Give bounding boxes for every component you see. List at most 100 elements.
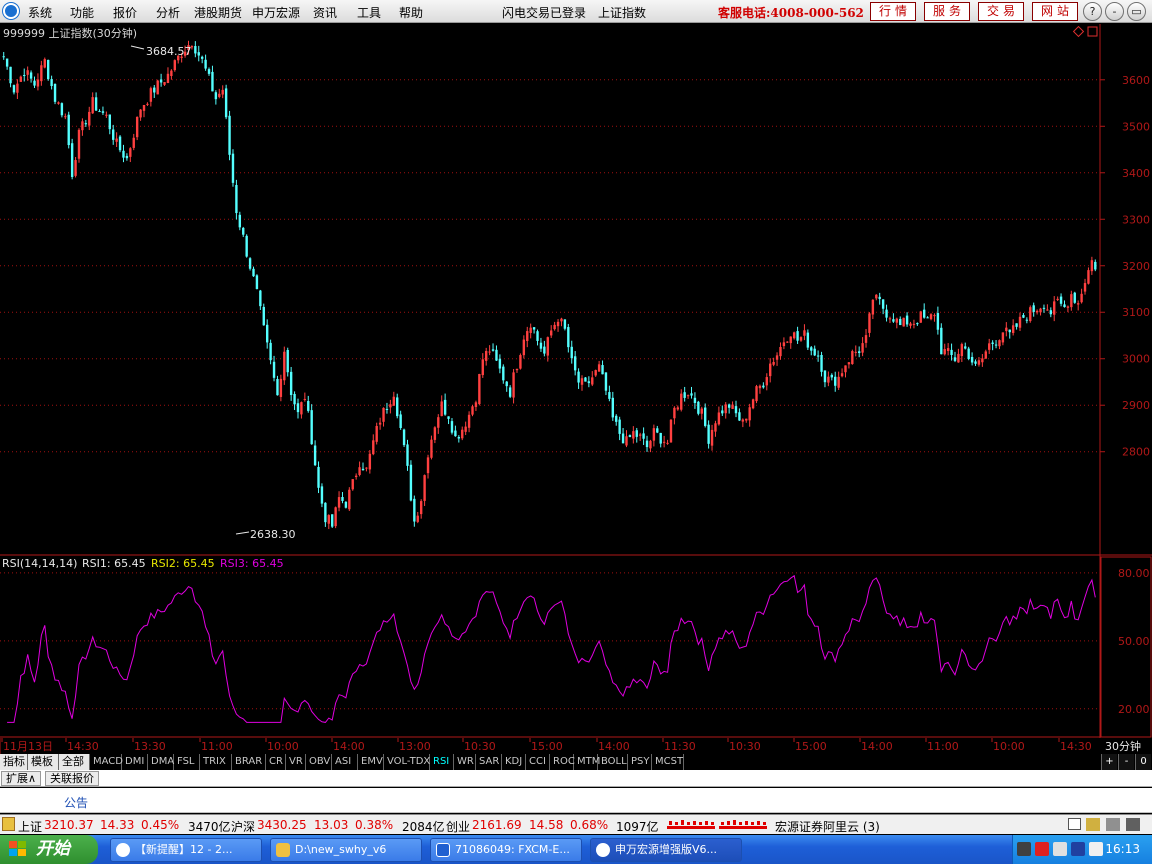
candle-body [1005, 327, 1008, 332]
indicator-tab-dma[interactable]: DMA [148, 754, 174, 770]
indicator-tab-cr[interactable]: CR [266, 754, 286, 770]
candle-body [854, 351, 857, 353]
indicator-tab-wr[interactable]: WR [454, 754, 476, 770]
reset-button[interactable]: 0 [1135, 754, 1151, 770]
indicator-tab-mtm[interactable]: MTM [574, 754, 600, 770]
task-swhy[interactable]: 申万宏源增强版V6... [590, 838, 742, 862]
task-browser[interactable]: 【新提醒】12 - 2... [110, 838, 262, 862]
lock-icon[interactable] [1126, 818, 1140, 831]
candle-body [269, 342, 272, 361]
candle-body [98, 111, 101, 113]
indicator-tab-vol-tdx[interactable]: VOL-TDX [384, 754, 430, 770]
menu-system[interactable]: 系统 [28, 4, 52, 21]
start-label: 开始 [36, 839, 70, 859]
signal-icon[interactable] [1086, 818, 1100, 831]
menu-news[interactable]: 资讯 [313, 4, 337, 21]
candle-body [1063, 304, 1066, 308]
candle-body [74, 160, 77, 176]
candle-body [697, 401, 700, 414]
indicator-tab-mcst[interactable]: MCST [652, 754, 684, 770]
trade-button[interactable]: 交易 [978, 2, 1024, 21]
server-name[interactable]: 宏源证券阿里云 (3) [775, 818, 880, 835]
app-logo-icon[interactable] [3, 3, 19, 19]
restore-button[interactable]: ▭ [1127, 2, 1146, 21]
menu-analysis[interactable]: 分析 [156, 4, 180, 21]
candle-body [560, 318, 563, 322]
market-button[interactable]: 行情 [870, 2, 916, 21]
candle-body [813, 348, 816, 356]
period-label: 30分钟 [1105, 739, 1141, 753]
related-quote-tab[interactable]: 关联报价 [45, 771, 99, 786]
tray-keyboard-icon[interactable] [1017, 842, 1031, 856]
candle-body [348, 489, 351, 510]
candle-body [1090, 260, 1094, 272]
indicator-tab-asi[interactable]: ASI [332, 754, 358, 770]
candle-body [659, 432, 662, 444]
tray-network-icon[interactable] [1053, 842, 1067, 856]
time-tick-label: 14:00 [598, 740, 630, 753]
service-button[interactable]: 服务 [924, 2, 970, 21]
candle-body [577, 371, 580, 383]
candle-body [1049, 310, 1053, 315]
indicator-tab-template[interactable]: 模板 [28, 754, 59, 770]
indicator-tab-macd[interactable]: MACD [90, 754, 123, 770]
rsi3-value: RSI3: 65.45 [220, 557, 284, 570]
indicator-tab-roc[interactable]: ROC [550, 754, 575, 770]
zoom-out-button[interactable]: - [1118, 754, 1134, 770]
indicator-tab-emv[interactable]: EMV [358, 754, 384, 770]
tray-volume-icon[interactable] [1089, 842, 1103, 856]
menu-quote[interactable]: 报价 [113, 4, 137, 21]
candle-body [957, 353, 960, 363]
status-window-icon[interactable] [1068, 818, 1081, 830]
minimize-button[interactable]: - [1105, 2, 1124, 21]
candle-body [57, 102, 60, 104]
menu-help[interactable]: 帮助 [399, 4, 423, 21]
indicator-tab-boll[interactable]: BOLL [598, 754, 628, 770]
candle-body [902, 317, 905, 327]
candle-body [368, 453, 372, 470]
candle-body [218, 93, 221, 97]
indicator-tab-dmi[interactable]: DMI [122, 754, 148, 770]
zoom-in-button[interactable]: + [1101, 754, 1117, 770]
tray-monitor-icon[interactable] [1071, 842, 1085, 856]
menu-function[interactable]: 功能 [70, 4, 94, 21]
candle-body [457, 437, 461, 439]
expand-button[interactable]: 扩展∧ [1, 771, 42, 786]
hs-value: 3430.25 [257, 818, 307, 832]
indicator-tab-kdj[interactable]: KDJ [502, 754, 526, 770]
notice-link[interactable]: 公告 [64, 794, 88, 811]
windows-taskbar: 开始 【新提醒】12 - 2... D:\new_swhy_v6 7108604… [0, 835, 1152, 864]
indicator-tab-fsl[interactable]: FSL [174, 754, 200, 770]
menu-hk-futures[interactable]: 港股期货 [194, 4, 242, 21]
indicator-tab-psy[interactable]: PSY [628, 754, 652, 770]
status-menu-icon[interactable] [2, 817, 15, 831]
website-button[interactable]: 网站 [1032, 2, 1078, 21]
task-folder[interactable]: D:\new_swhy_v6 [270, 838, 422, 862]
indicator-tab-rsi[interactable]: RSI [430, 754, 454, 770]
indicator-tab-all[interactable]: 全部 [59, 754, 90, 770]
start-button[interactable]: 开始 [0, 835, 98, 864]
task-fxcm[interactable]: 71086049: FXCM-E... [430, 838, 582, 862]
indicator-tab-vr[interactable]: VR [286, 754, 306, 770]
menu-tools[interactable]: 工具 [357, 4, 381, 21]
indicator-tab-trix[interactable]: TRIX [200, 754, 232, 770]
candle-body [139, 109, 142, 118]
chart-area[interactable]: 3600 3500 3400 3300 3200 3100 3000 2900 2800 80.… [0, 24, 1152, 755]
settings-icon[interactable] [1106, 818, 1120, 831]
indicator-tab-sar[interactable]: SAR [476, 754, 502, 770]
help-window-button[interactable]: ? [1083, 2, 1102, 21]
indicator-tab-brar[interactable]: BRAR [232, 754, 266, 770]
indicator-tab-obv[interactable]: OBV [306, 754, 332, 770]
candle-body [710, 429, 714, 446]
candle-body [823, 370, 827, 383]
menu-swhy[interactable]: 申万宏源 [252, 4, 300, 21]
indicator-tab-cci[interactable]: CCI [526, 754, 550, 770]
tray-av-icon[interactable] [1035, 842, 1049, 856]
rsi-label: RSI(14,14,14) [2, 557, 77, 570]
candle-body [484, 350, 488, 361]
indicator-tab-indicators[interactable]: 指标 [0, 754, 28, 770]
candle-body [919, 311, 922, 323]
candle-body [573, 356, 577, 371]
candle-body [892, 319, 895, 322]
kline-chart[interactable]: 3600 3500 3400 3300 3200 3100 3000 2900 2800 80.… [0, 24, 1152, 755]
